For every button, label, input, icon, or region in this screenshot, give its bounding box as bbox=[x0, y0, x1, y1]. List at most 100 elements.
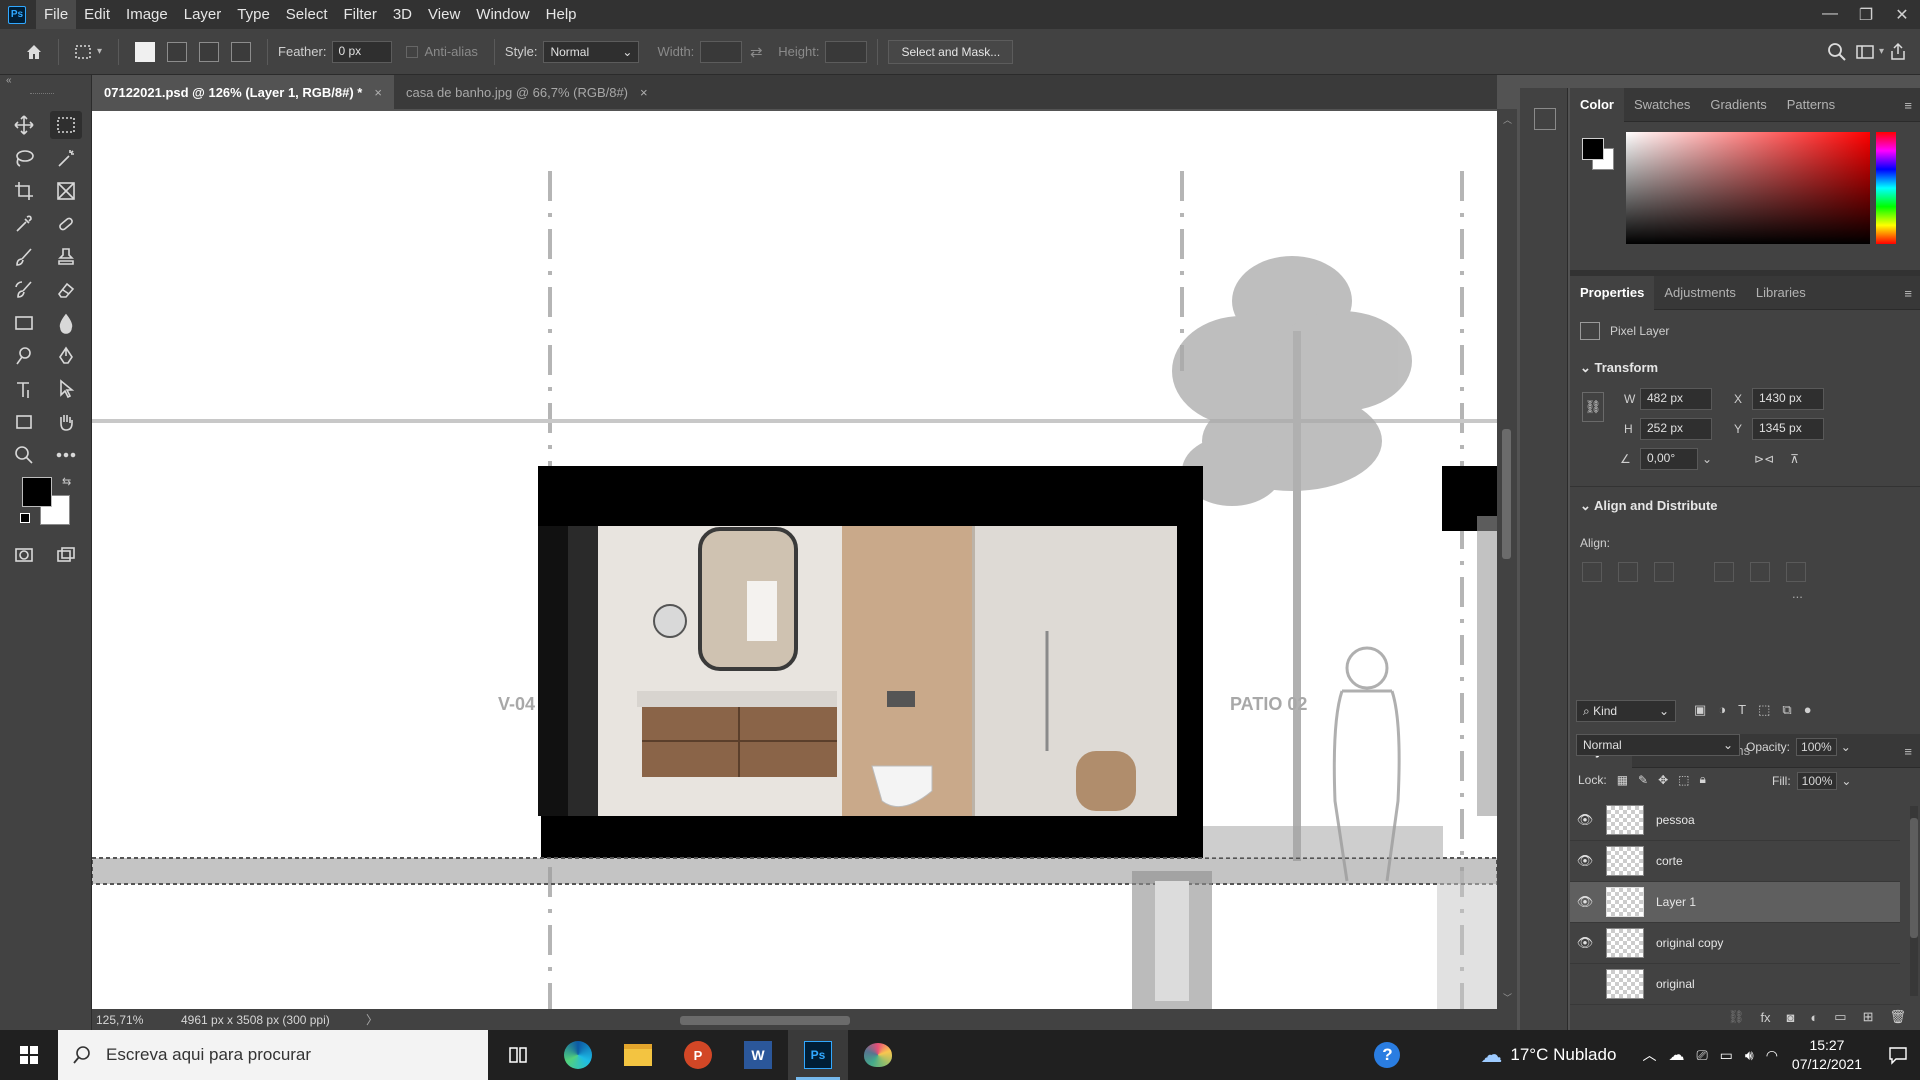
style-select[interactable]: Normal ⌄ bbox=[543, 40, 640, 63]
lock-pixels-icon[interactable]: ✎ bbox=[1638, 773, 1648, 787]
eye-icon[interactable]: 👁︎ bbox=[1570, 853, 1600, 869]
close-icon[interactable]: × bbox=[640, 85, 648, 100]
crop-tool-icon[interactable] bbox=[8, 177, 40, 205]
tab-07122021-psd[interactable]: 07122021.psd @ 126% (Layer 1, RGB/8#) * … bbox=[92, 75, 394, 109]
tab-adjustments[interactable]: Adjustments bbox=[1654, 276, 1746, 310]
menu-3d[interactable]: 3D bbox=[385, 0, 420, 29]
adjustment-layer-icon[interactable]: ◐ bbox=[1810, 1010, 1818, 1025]
chevron-down-icon[interactable]: ⌄ bbox=[1841, 774, 1851, 788]
height-field[interactable]: 252 px bbox=[1640, 418, 1712, 440]
new-selection-icon[interactable] bbox=[135, 41, 156, 62]
history-brush-tool-icon[interactable] bbox=[8, 276, 40, 304]
align-section-title[interactable]: ⌄ Align and Distribute bbox=[1580, 498, 1718, 514]
group-folder-icon[interactable]: ▭ bbox=[1834, 1009, 1846, 1025]
eye-icon[interactable]: 👁︎ bbox=[1570, 812, 1600, 828]
lasso-tool-icon[interactable] bbox=[8, 144, 40, 172]
wifi-icon[interactable]: ◠ bbox=[1766, 1047, 1778, 1064]
hand-tool-icon[interactable] bbox=[50, 408, 82, 436]
clock[interactable]: 15:27 07/12/2021 bbox=[1792, 1036, 1862, 1074]
panel-menu-icon[interactable]: ≡ bbox=[1904, 286, 1912, 301]
lock-artboard-icon[interactable]: ⬚ bbox=[1678, 773, 1689, 787]
width-input[interactable] bbox=[700, 40, 743, 63]
add-mask-icon[interactable]: ◙ bbox=[1787, 1010, 1795, 1025]
pen-tool-icon[interactable] bbox=[50, 342, 82, 370]
filter-toggle-icon[interactable]: ● bbox=[1804, 702, 1812, 718]
menu-select[interactable]: Select bbox=[278, 0, 336, 29]
chevron-down-icon[interactable]: ⌄ bbox=[1841, 740, 1851, 754]
swap-colors-icon[interactable]: ⇆ bbox=[62, 475, 71, 488]
menu-view[interactable]: View bbox=[420, 0, 468, 29]
quick-mask-icon[interactable] bbox=[8, 541, 40, 569]
zoom-level[interactable]: 125,71% bbox=[96, 1013, 171, 1027]
canvas-area[interactable]: V-04 PATIO 02 bbox=[92, 109, 1497, 1009]
document-canvas[interactable]: V-04 PATIO 02 bbox=[92, 111, 1497, 1009]
y-field[interactable]: 1345 px bbox=[1752, 418, 1824, 440]
x-field[interactable]: 1430 px bbox=[1752, 388, 1824, 410]
layers-scrollbar[interactable] bbox=[1910, 806, 1918, 996]
dodge-tool-icon[interactable] bbox=[8, 342, 40, 370]
history-panel-icon[interactable] bbox=[1534, 108, 1556, 130]
chevron-up-icon[interactable]: ︿ bbox=[1642, 1045, 1656, 1065]
subtract-from-selection-icon[interactable] bbox=[199, 41, 220, 62]
align-right-icon[interactable] bbox=[1654, 562, 1674, 582]
clone-stamp-tool-icon[interactable] bbox=[50, 243, 82, 271]
word-icon[interactable]: W bbox=[728, 1030, 788, 1080]
zoom-tool-icon[interactable] bbox=[8, 441, 40, 469]
type-filter-icon[interactable]: T bbox=[1738, 702, 1746, 718]
tab-color[interactable]: Color bbox=[1570, 87, 1624, 122]
rectangular-marquee-preset-icon[interactable] bbox=[69, 38, 97, 66]
battery-icon[interactable]: ▭ bbox=[1720, 1047, 1733, 1064]
scroll-down-icon[interactable]: ﹀ bbox=[1503, 991, 1512, 1004]
adjustment-filter-icon[interactable]: ◑ bbox=[1718, 702, 1726, 718]
eraser-tool-icon[interactable] bbox=[50, 276, 82, 304]
more-options[interactable]: ... bbox=[1792, 586, 1803, 601]
tab-properties[interactable]: Properties bbox=[1570, 275, 1655, 310]
rectangle-tool-icon[interactable] bbox=[8, 408, 40, 436]
path-selection-tool-icon[interactable] bbox=[50, 375, 82, 403]
fx-icon[interactable]: fx bbox=[1760, 1010, 1770, 1025]
notifications-icon[interactable] bbox=[1876, 1030, 1920, 1080]
rectangular-marquee-tool-icon[interactable] bbox=[50, 111, 82, 139]
scrollbar-thumb[interactable] bbox=[1502, 429, 1511, 559]
workspace-icon[interactable] bbox=[1851, 38, 1879, 66]
feather-input[interactable]: 0 px bbox=[332, 40, 393, 63]
close-icon[interactable]: × bbox=[374, 85, 382, 100]
task-view-icon[interactable] bbox=[488, 1030, 548, 1080]
menu-window[interactable]: Window bbox=[468, 0, 537, 29]
angle-field[interactable]: 0,00° bbox=[1640, 448, 1698, 470]
share-icon[interactable] bbox=[1884, 38, 1912, 66]
windows-start-button[interactable] bbox=[0, 1030, 58, 1080]
fill-field[interactable]: 100% bbox=[1796, 772, 1838, 790]
chevron-down-icon[interactable]: ⌄ bbox=[1702, 452, 1712, 466]
taskbar-search-box[interactable]: Escreva aqui para procurar bbox=[58, 1030, 488, 1080]
new-layer-icon[interactable]: ⊞ bbox=[1863, 1009, 1874, 1025]
type-tool-icon[interactable] bbox=[8, 375, 40, 403]
lock-transparency-icon[interactable]: ▦ bbox=[1617, 773, 1628, 787]
intersect-selection-icon[interactable] bbox=[231, 41, 252, 62]
color-swatches[interactable]: ⇆ bbox=[20, 475, 76, 531]
lock-position-icon[interactable]: ✥ bbox=[1658, 773, 1668, 787]
smart-object-filter-icon[interactable]: ⧉ bbox=[1782, 702, 1791, 718]
align-bottom-icon[interactable] bbox=[1786, 562, 1806, 582]
scrollbar-thumb[interactable] bbox=[1910, 818, 1918, 938]
chevron-down-icon[interactable]: ▾ bbox=[97, 46, 102, 57]
foreground-color-swatch[interactable] bbox=[22, 477, 52, 507]
file-explorer-icon[interactable] bbox=[608, 1030, 668, 1080]
foreground-color-swatch[interactable] bbox=[1582, 138, 1604, 160]
antialias-checkbox[interactable] bbox=[406, 45, 419, 58]
eye-hidden-icon[interactable]: · bbox=[1570, 977, 1600, 992]
blur-tool-icon[interactable] bbox=[50, 309, 82, 337]
hue-slider[interactable] bbox=[1876, 132, 1896, 244]
eyedropper-tool-icon[interactable] bbox=[8, 210, 40, 238]
menu-image[interactable]: Image bbox=[118, 0, 176, 29]
brush-tool-icon[interactable] bbox=[8, 243, 40, 271]
panel-menu-icon[interactable]: ≡ bbox=[1904, 744, 1912, 759]
collapse-arrows-icon[interactable]: « bbox=[6, 75, 12, 86]
height-input[interactable] bbox=[825, 40, 868, 63]
align-left-icon[interactable] bbox=[1582, 562, 1602, 582]
layer-row-original[interactable]: · original bbox=[1570, 964, 1900, 1005]
move-tool-icon[interactable] bbox=[8, 111, 40, 139]
tab-casa-de-banho-jpg[interactable]: casa de banho.jpg @ 66,7% (RGB/8#) × bbox=[393, 75, 660, 109]
minimize-button[interactable]: — bbox=[1812, 5, 1848, 25]
volume-icon[interactable]: 🔊︎ bbox=[1745, 1047, 1754, 1064]
